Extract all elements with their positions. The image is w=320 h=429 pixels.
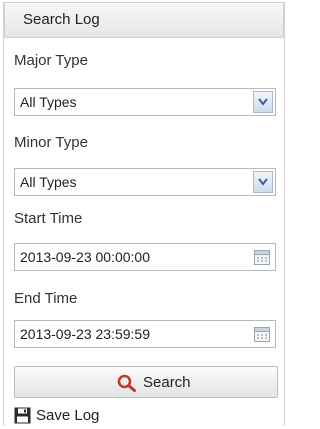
end-time-value: 2013-09-23 23:59:59 [20,326,150,342]
save-icon [14,407,31,429]
save-log-label: Save Log [36,407,100,424]
start-time-field[interactable]: 2013-09-23 00:00:00 [14,243,276,271]
search-button-label: Search [143,374,191,391]
panel-header: Search Log [4,2,284,38]
minor-type-label: Minor Type [14,134,88,151]
major-type-label: Major Type [14,52,88,69]
major-type-dropdown-button[interactable] [253,91,273,113]
end-time-field[interactable]: 2013-09-23 23:59:59 [14,320,276,348]
search-button[interactable]: Search [14,366,278,398]
minor-type-dropdown-button[interactable] [253,171,273,193]
save-log-button[interactable]: Save Log [14,406,134,426]
end-time-label: End Time [14,290,78,307]
major-type-value: All Types [20,94,77,110]
search-log-panel: Search Log Major Type All Types Minor Ty… [3,2,285,426]
calendar-icon[interactable] [254,327,270,342]
panel-title: Search Log [23,11,100,28]
search-icon [117,374,137,397]
calendar-icon[interactable] [254,250,270,265]
minor-type-value: All Types [20,174,77,190]
minor-type-select[interactable]: All Types [14,168,276,196]
start-time-value: 2013-09-23 00:00:00 [20,249,150,265]
chevron-down-icon [258,178,268,186]
start-time-label: Start Time [14,210,83,227]
major-type-select[interactable]: All Types [14,88,276,116]
chevron-down-icon [258,98,268,106]
